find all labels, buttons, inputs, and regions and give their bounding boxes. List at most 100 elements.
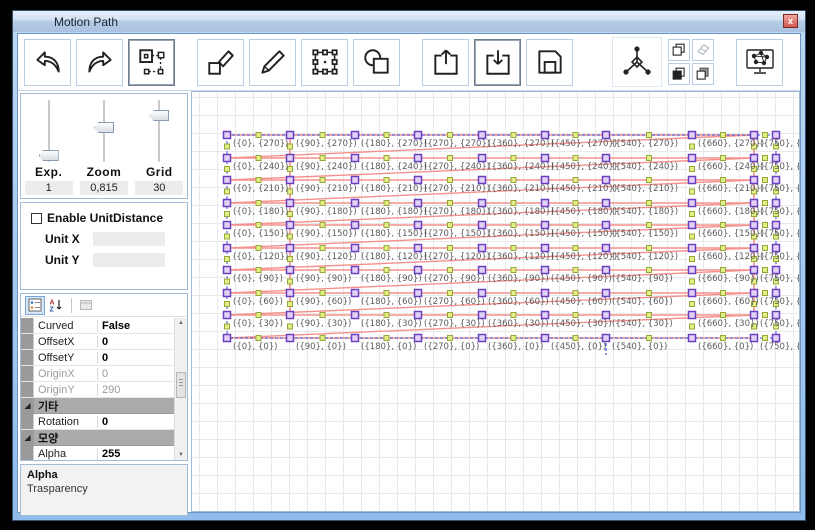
path-midpoint[interactable]	[573, 291, 578, 296]
path-point[interactable]	[415, 335, 422, 342]
path-midpoint[interactable]	[690, 212, 695, 217]
path-midpoint[interactable]	[256, 201, 261, 206]
path-midpoint[interactable]	[721, 133, 726, 138]
path-midpoint[interactable]	[256, 178, 261, 183]
path-point[interactable]	[479, 245, 486, 252]
path-midpoint[interactable]	[448, 223, 453, 228]
path-midpoint[interactable]	[320, 336, 325, 341]
path-midpoint[interactable]	[721, 268, 726, 273]
path-midpoint[interactable]	[763, 133, 768, 138]
path-midpoint[interactable]	[647, 201, 652, 206]
property-row[interactable]: OriginY290	[21, 382, 174, 398]
exp-slider[interactable]	[48, 100, 50, 162]
grid-value[interactable]: 30	[135, 181, 183, 195]
path-midpoint[interactable]	[448, 336, 453, 341]
property-value[interactable]: False	[98, 320, 174, 332]
path-point[interactable]	[287, 177, 294, 184]
path-midpoint[interactable]	[573, 223, 578, 228]
path-point[interactable]	[542, 155, 549, 162]
node-path-tool-button[interactable]	[128, 39, 175, 86]
path-point[interactable]	[415, 267, 422, 274]
path-midpoint[interactable]	[256, 246, 261, 251]
path-midpoint[interactable]	[384, 336, 389, 341]
path-point[interactable]	[689, 335, 696, 342]
path-midpoint[interactable]	[647, 291, 652, 296]
path-point[interactable]	[352, 267, 359, 274]
path-point[interactable]	[542, 335, 549, 342]
unit-y-field[interactable]	[93, 253, 165, 267]
path-midpoint[interactable]	[647, 133, 652, 138]
path-point[interactable]	[542, 312, 549, 319]
path-midpoint[interactable]	[384, 313, 389, 318]
path-point[interactable]	[415, 245, 422, 252]
path-midpoint[interactable]	[225, 189, 230, 194]
path-point[interactable]	[352, 245, 359, 252]
path-midpoint[interactable]	[320, 313, 325, 318]
undo-button[interactable]	[24, 39, 71, 86]
path-midpoint[interactable]	[721, 313, 726, 318]
path-midpoint[interactable]	[511, 291, 516, 296]
path-point[interactable]	[689, 222, 696, 229]
path-point[interactable]	[542, 200, 549, 207]
path-midpoint[interactable]	[225, 212, 230, 217]
path-point[interactable]	[603, 177, 610, 184]
path-point[interactable]	[224, 200, 231, 207]
path-midpoint[interactable]	[511, 246, 516, 251]
path-midpoint[interactable]	[721, 201, 726, 206]
path-midpoint[interactable]	[448, 291, 453, 296]
path-midpoint[interactable]	[573, 268, 578, 273]
property-value[interactable]: 0	[98, 416, 174, 428]
path-point[interactable]	[542, 222, 549, 229]
path-midpoint[interactable]	[448, 246, 453, 251]
path-midpoint[interactable]	[690, 167, 695, 172]
path-midpoint[interactable]	[320, 268, 325, 273]
path-point[interactable]	[352, 312, 359, 319]
path-point[interactable]	[415, 290, 422, 297]
path-point[interactable]	[479, 132, 486, 139]
path-midpoint[interactable]	[763, 178, 768, 183]
path-midpoint[interactable]	[690, 144, 695, 149]
bring-to-front-button[interactable]	[692, 63, 714, 85]
zoom-slider-thumb[interactable]	[94, 122, 114, 133]
path-point[interactable]	[287, 312, 294, 319]
path-midpoint[interactable]	[647, 268, 652, 273]
path-point[interactable]	[415, 312, 422, 319]
path-midpoint[interactable]	[763, 336, 768, 341]
property-grid-scrollbar[interactable]: ▲ ▼	[174, 318, 187, 460]
path-point[interactable]	[352, 222, 359, 229]
grid-slider[interactable]	[158, 100, 160, 162]
path-point[interactable]	[751, 132, 758, 139]
path-point[interactable]	[751, 335, 758, 342]
property-value[interactable]: 290	[98, 384, 174, 396]
path-midpoint[interactable]	[320, 133, 325, 138]
path-midpoint[interactable]	[225, 302, 230, 307]
path-midpoint[interactable]	[225, 167, 230, 172]
path-midpoint[interactable]	[384, 156, 389, 161]
path-midpoint[interactable]	[647, 178, 652, 183]
path-point[interactable]	[689, 132, 696, 139]
path-point[interactable]	[689, 267, 696, 274]
grid-slider-thumb[interactable]	[149, 110, 169, 121]
property-row[interactable]: OffsetX0	[21, 334, 174, 350]
scrollbar-thumb[interactable]	[176, 372, 186, 398]
path-midpoint[interactable]	[511, 268, 516, 273]
path-point[interactable]	[287, 290, 294, 297]
path-midpoint[interactable]	[384, 178, 389, 183]
close-button[interactable]: x	[783, 14, 798, 28]
path-point[interactable]	[352, 200, 359, 207]
property-row[interactable]: CurvedFalse	[21, 318, 174, 334]
path-midpoint[interactable]	[448, 201, 453, 206]
path-point[interactable]	[542, 177, 549, 184]
path-point[interactable]	[603, 267, 610, 274]
zoom-slider[interactable]	[103, 100, 105, 162]
path-point[interactable]	[479, 335, 486, 342]
path-point[interactable]	[689, 312, 696, 319]
property-row[interactable]: OffsetY0	[21, 350, 174, 366]
path-midpoint[interactable]	[511, 336, 516, 341]
path-point[interactable]	[224, 132, 231, 139]
property-value[interactable]: 0	[98, 368, 174, 380]
redo-button[interactable]	[76, 39, 123, 86]
path-midpoint[interactable]	[763, 268, 768, 273]
path-midpoint[interactable]	[511, 178, 516, 183]
path-midpoint[interactable]	[690, 234, 695, 239]
